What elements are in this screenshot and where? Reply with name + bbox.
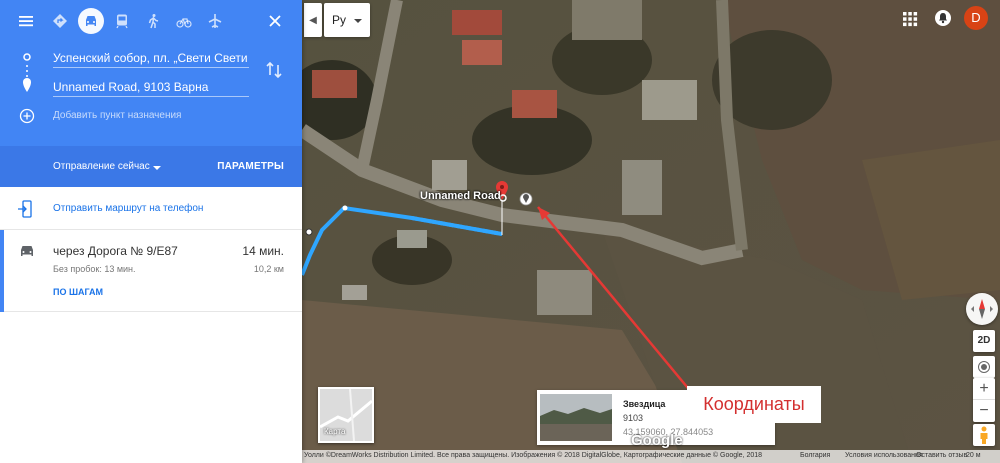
map-footer: Уолли ©DreamWorks Distribution Limited. … xyxy=(302,450,1000,463)
account-avatar[interactable]: D xyxy=(964,6,988,30)
terms-link[interactable]: Условия использования xyxy=(845,452,923,459)
zoom-control: + − xyxy=(973,378,995,422)
directions-header: Успенский собор, пл. „Свети Свети К Unna… xyxy=(0,0,302,187)
view-2d-button[interactable]: 2D xyxy=(973,330,995,352)
directions-panel: Успенский собор, пл. „Свети Свети К Unna… xyxy=(0,0,302,463)
language-value: Ру xyxy=(332,13,347,27)
scale-label: 20 м xyxy=(966,452,981,459)
minimap-label: Карта xyxy=(324,427,346,436)
route-traffic: Без пробок: 13 мин. xyxy=(53,264,136,274)
route-dots-icon xyxy=(23,53,31,92)
steps-button[interactable]: ПО ШАГАМ xyxy=(53,287,103,297)
notifications-icon[interactable] xyxy=(934,9,952,27)
annotation-label: Координаты xyxy=(687,386,821,423)
language-select[interactable]: Ру xyxy=(324,3,370,37)
route-distance: 10,2 км xyxy=(253,264,284,274)
selected-route-accent xyxy=(0,230,4,312)
card-title: Звездица xyxy=(623,399,666,409)
close-icon[interactable] xyxy=(262,8,288,34)
street-view-thumbnail xyxy=(540,394,612,441)
my-location-icon xyxy=(978,361,990,373)
route-option[interactable]: через Дорога № 9/E87 14 мин. Без пробок:… xyxy=(0,230,302,312)
departure-bar: Отправление сейчас ПАРАМЕТРЫ xyxy=(0,146,302,187)
chevron-down-icon xyxy=(354,19,362,23)
send-to-phone-link[interactable]: Отправить маршрут на телефон xyxy=(53,203,203,214)
transit-icon[interactable] xyxy=(109,8,135,34)
chevron-down-icon[interactable] xyxy=(153,166,161,170)
params-button[interactable]: ПАРАМЕТРЫ xyxy=(217,161,284,172)
map-type-toggle[interactable]: Карта xyxy=(318,387,374,443)
menu-icon[interactable] xyxy=(13,8,39,34)
add-destination[interactable]: Добавить пункт назначения xyxy=(53,110,181,121)
car-icon[interactable] xyxy=(78,8,104,34)
route-time: 14 мин. xyxy=(242,244,284,258)
pegman-button[interactable] xyxy=(973,424,995,446)
compass-control[interactable] xyxy=(966,293,998,325)
swap-icon[interactable] xyxy=(264,60,284,80)
destination-field[interactable]: Unnamed Road, 9103 Варна xyxy=(53,79,249,97)
card-zip: 9103 xyxy=(623,413,644,423)
add-destination-icon[interactable] xyxy=(19,108,35,124)
flight-icon[interactable] xyxy=(202,8,228,34)
apps-grid-icon[interactable] xyxy=(902,11,918,27)
send-to-phone-row[interactable]: Отправить маршрут на телефон xyxy=(0,187,302,230)
satellite-map[interactable]: ◀ Ру D Unnamed Road Карта Звездица 9103 … xyxy=(302,0,1000,463)
pegman-icon xyxy=(980,426,988,444)
collapse-panel-button[interactable]: ◀ xyxy=(304,3,322,37)
compass-icon xyxy=(971,299,993,319)
road-label: Unnamed Road xyxy=(420,190,501,202)
origin-field[interactable]: Успенский собор, пл. „Свети Свети К xyxy=(53,50,249,68)
route-via: через Дорога № 9/E87 xyxy=(53,244,178,258)
best-route-icon[interactable] xyxy=(47,8,73,34)
my-location-button[interactable] xyxy=(973,356,995,378)
car-icon xyxy=(21,246,33,256)
walking-icon[interactable] xyxy=(140,8,166,34)
travel-mode-bar xyxy=(0,0,302,42)
zoom-out-button[interactable]: − xyxy=(973,400,995,422)
attribution-text: Уолли ©DreamWorks Distribution Limited. … xyxy=(304,452,763,459)
google-logo: Google xyxy=(631,432,683,449)
feedback-link[interactable]: Оставить отзыв xyxy=(916,452,967,459)
bicycle-icon[interactable] xyxy=(171,8,197,34)
country-link[interactable]: Болгария xyxy=(800,452,830,459)
departure-select[interactable]: Отправление сейчас xyxy=(53,161,150,172)
send-to-phone-icon xyxy=(18,200,32,218)
zoom-in-button[interactable]: + xyxy=(973,378,995,400)
